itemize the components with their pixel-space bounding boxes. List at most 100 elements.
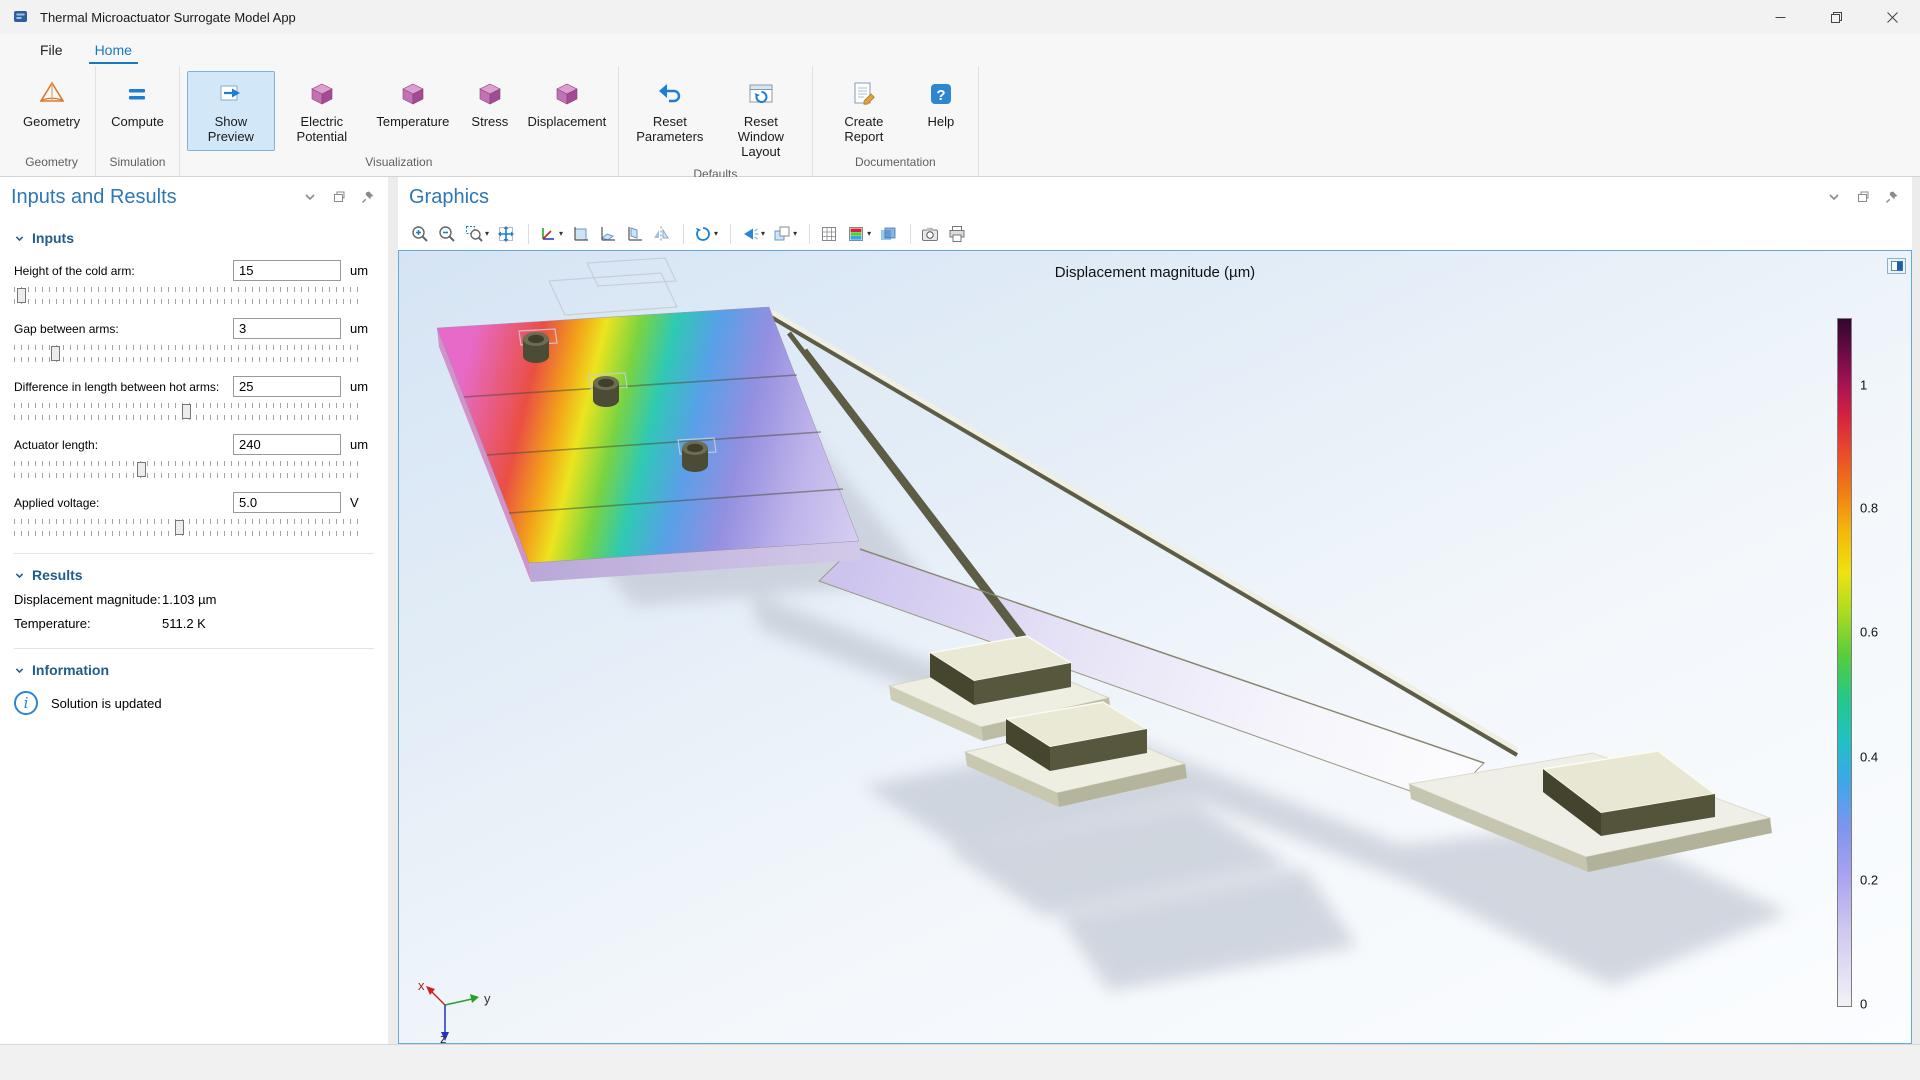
compute-equals-icon (123, 78, 151, 110)
zoom-in-button[interactable] (408, 222, 432, 246)
inputs-panel-title: Inputs and Results (11, 186, 177, 209)
axis-triad: x y z (418, 978, 491, 1043)
toolbar-separator (809, 224, 810, 244)
inputs-section-header[interactable]: Inputs (14, 230, 374, 246)
graphics-collapse-button[interactable] (1825, 188, 1843, 206)
geometry-icon (38, 78, 66, 110)
titlebar: Thermal Microactuator Surrogate Model Ap… (0, 0, 1920, 34)
actuator-length-slider[interactable] (14, 461, 358, 478)
displacement-button[interactable]: Displacement (523, 71, 611, 151)
applied-voltage-input[interactable] (233, 492, 341, 513)
color-legend-toggle-button[interactable] (1887, 258, 1906, 274)
maximize-button[interactable] (1808, 0, 1864, 34)
colorbar-tick: 0.4 (1860, 750, 1878, 765)
image-snapshot-button[interactable] (918, 222, 942, 246)
slider-thumb[interactable] (137, 462, 146, 477)
ribbon: Geometry Geometry Compute Simulation (0, 66, 1920, 177)
axis-x-label: x (418, 978, 425, 993)
view-yz-button[interactable] (595, 222, 619, 246)
colorbar-tick: 0.6 (1860, 625, 1878, 640)
show-grid-button[interactable] (817, 222, 841, 246)
slider-thumb[interactable] (175, 520, 184, 535)
reset-parameters-button[interactable]: Reset Parameters (626, 71, 714, 163)
hot-arm-length-difference-input[interactable] (233, 376, 341, 397)
results-section-header[interactable]: Results (14, 567, 374, 583)
zoom-extents-button[interactable] (494, 222, 518, 246)
panel-float-button[interactable] (330, 188, 348, 206)
height-cold-arm-slider[interactable] (14, 287, 358, 304)
ribbon-group-visualization: Show Preview Electric Potential Temperat… (180, 66, 619, 176)
geometry-button[interactable]: Geometry (15, 71, 88, 151)
information-section-header[interactable]: Information (14, 662, 374, 678)
minimize-button[interactable] (1752, 0, 1808, 34)
hot-arm-length-difference-slider[interactable] (14, 403, 358, 420)
panel-pin-button[interactable] (359, 188, 377, 206)
color-table-button[interactable]: ▾ (844, 222, 873, 246)
graphics-float-button[interactable] (1854, 188, 1872, 206)
inputs-and-results-panel: Inputs and Results Inputs Height of the … (0, 177, 388, 1044)
electric-potential-button[interactable]: Electric Potential (278, 71, 366, 151)
dropdown-caret: ▾ (714, 229, 718, 238)
gap-between-arms-slider[interactable] (14, 345, 358, 362)
window-title: Thermal Microactuator Surrogate Model Ap… (40, 10, 296, 25)
view-zx-button[interactable] (622, 222, 646, 246)
transparency-button[interactable] (876, 222, 900, 246)
result-label: Temperature: (14, 616, 162, 631)
ribbon-group-label-documentation: Documentation (816, 151, 975, 176)
compute-button[interactable]: Compute (103, 71, 172, 151)
reset-window-layout-button[interactable]: Reset Window Layout (717, 71, 805, 163)
axis-y-label: y (484, 991, 491, 1006)
field-label: Actuator length: (14, 438, 233, 452)
help-icon: ? (927, 78, 955, 110)
close-icon (1887, 12, 1898, 23)
field-gap-between-arms: Gap between arms: um (14, 318, 374, 362)
slider-thumb[interactable] (17, 288, 26, 303)
view-xy-button[interactable] (568, 222, 592, 246)
reset-parameters-button-label: Reset Parameters (634, 115, 706, 145)
graphics-panel: Graphics ▾ ▾ ▾ ▾ ▾ ▾ (398, 177, 1912, 1044)
plot-area[interactable]: Displacement magnitude (µm) (398, 250, 1912, 1044)
view-yz-icon (597, 224, 617, 244)
zoom-box-button[interactable]: ▾ (462, 222, 491, 246)
mirror-view-button[interactable] (649, 222, 673, 246)
help-button[interactable]: ? Help (911, 71, 971, 151)
height-cold-arm-input[interactable] (233, 260, 341, 281)
svg-text:?: ? (936, 87, 945, 104)
show-preview-button[interactable]: Show Preview (187, 71, 275, 151)
slider-thumb[interactable] (51, 346, 60, 361)
field-label: Difference in length between hot arms: (14, 380, 233, 394)
close-button[interactable] (1864, 0, 1920, 34)
go-to-default-view-button[interactable]: ▾ (536, 222, 565, 246)
temperature-icon (399, 78, 427, 110)
show-preview-icon (217, 78, 245, 110)
section-chevron-icon (14, 665, 25, 676)
zoom-out-button[interactable] (435, 222, 459, 246)
print-button[interactable] (945, 222, 969, 246)
graphics-pin-button[interactable] (1883, 188, 1901, 206)
information-section-title: Information (32, 662, 109, 678)
panel-collapse-button[interactable] (301, 188, 319, 206)
solution-status-row: i Solution is updated (14, 691, 374, 715)
tab-home[interactable]: Home (79, 34, 148, 66)
restore-icon (1831, 12, 1842, 23)
temperature-button[interactable]: Temperature (369, 71, 457, 151)
scene-light-button[interactable]: ▾ (738, 222, 767, 246)
tab-file[interactable]: File (24, 34, 79, 66)
gap-between-arms-input[interactable] (233, 318, 341, 339)
ribbon-group-geometry: Geometry Geometry (8, 66, 96, 176)
dropdown-caret: ▾ (793, 229, 797, 238)
pin-icon (361, 190, 375, 204)
field-unit: um (350, 379, 374, 394)
zoom-extents-icon (496, 224, 516, 244)
slider-thumb[interactable] (182, 404, 191, 419)
create-report-button[interactable]: Create Report (820, 71, 908, 151)
temperature-button-label: Temperature (376, 115, 449, 130)
stress-button[interactable]: Stress (460, 71, 520, 151)
field-label: Applied voltage: (14, 496, 233, 510)
visualization-options-button[interactable]: ▾ (770, 222, 799, 246)
scene-3d-microactuator[interactable]: x y z (399, 251, 1911, 1043)
reset-window-layout-icon (747, 78, 775, 110)
actuator-length-input[interactable] (233, 434, 341, 455)
rotate-view-button[interactable]: ▾ (691, 222, 720, 246)
applied-voltage-slider[interactable] (14, 519, 358, 536)
